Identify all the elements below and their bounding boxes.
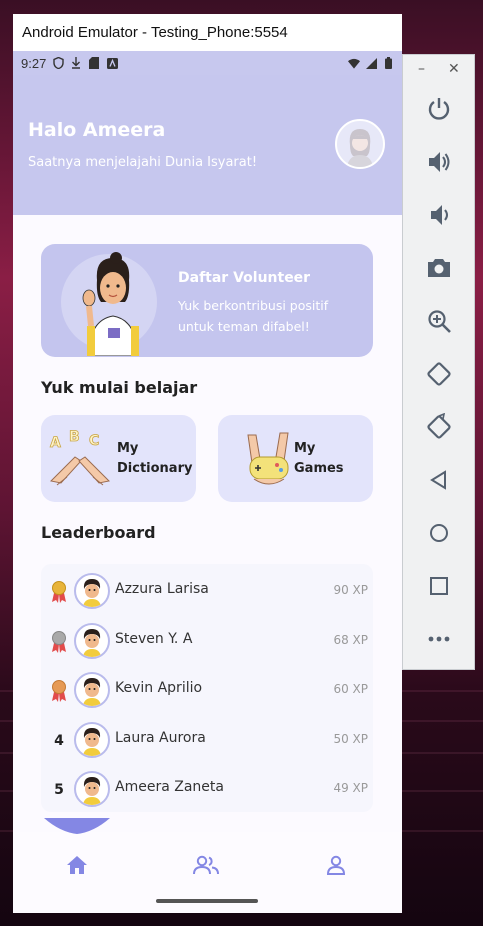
- rank-number: 4: [54, 733, 64, 749]
- status-bar: 9:27: [13, 51, 402, 75]
- back-icon: [430, 470, 446, 490]
- rank-number: 5: [54, 782, 64, 798]
- camera-icon: [428, 259, 450, 277]
- svg-text:A: A: [50, 435, 61, 451]
- leaderboard-row[interactable]: 5 Ameera Zaneta 49 XP: [41, 765, 373, 813]
- back-button[interactable]: [423, 464, 455, 496]
- volunteer-title: Daftar Volunteer: [178, 270, 311, 286]
- rotate-left-button[interactable]: [423, 358, 455, 390]
- leaderboard-name: Steven Y. A: [115, 631, 193, 647]
- leaderboard-row[interactable]: Azzura Larisa 90 XP: [41, 567, 373, 615]
- leaderboard-xp: 60 XP: [333, 682, 368, 696]
- close-icon[interactable]: ✕: [448, 61, 460, 77]
- power-button[interactable]: [423, 93, 455, 125]
- window-titlebar[interactable]: Android Emulator - Testing_Phone:5554: [13, 14, 402, 51]
- nav-profile[interactable]: [323, 852, 349, 878]
- leaderboard-xp: 49 XP: [333, 781, 368, 795]
- volume-up-button[interactable]: [423, 146, 455, 178]
- leaderboard-xp: 90 XP: [333, 583, 368, 597]
- gesture-home-bar[interactable]: [156, 899, 258, 903]
- volume-down-icon: [431, 205, 448, 225]
- silver-medal-icon: [49, 631, 69, 653]
- volunteer-card[interactable]: Daftar Volunteer Yuk berkontribusi posit…: [41, 244, 373, 357]
- emulator-toolbar: – ✕: [402, 54, 475, 670]
- profile-avatar[interactable]: [335, 119, 385, 169]
- emulator-window: Android Emulator - Testing_Phone:5554 9:…: [13, 14, 402, 913]
- avatar: [74, 722, 110, 758]
- game-controller-hands-icon: [247, 432, 289, 485]
- leaderboard-row[interactable]: Kevin Aprilio 60 XP: [41, 666, 373, 714]
- avatar: [74, 771, 110, 807]
- home-button[interactable]: [423, 517, 455, 549]
- gold-medal-icon: [49, 581, 69, 603]
- signal-icon: [365, 57, 377, 69]
- rotate-right-button[interactable]: [423, 411, 455, 443]
- shield-icon: [52, 57, 64, 69]
- main-content: Daftar Volunteer Yuk berkontribusi posit…: [13, 215, 402, 855]
- leaderboard-name: Azzura Larisa: [115, 581, 209, 597]
- window-title: Android Emulator - Testing_Phone:5554: [22, 24, 288, 41]
- status-time: 9:27: [21, 55, 47, 71]
- app-notification-icon: [106, 57, 118, 69]
- rotate-left-icon: [427, 362, 451, 386]
- leaderboard-row[interactable]: 4 Laura Aurora 50 XP: [41, 716, 373, 764]
- community-icon: [193, 855, 219, 875]
- volume-up-icon: [429, 152, 450, 172]
- leaderboard-name: Ameera Zaneta: [115, 779, 224, 795]
- avatar: [74, 573, 110, 609]
- leaderboard-title: Leaderboard: [41, 523, 156, 542]
- leaderboard-list: Azzura Larisa 90 XP Steven Y. A 68 XP Ke…: [41, 564, 373, 812]
- abc-hands-icon: A B C: [50, 429, 111, 486]
- home-icon: [67, 856, 87, 874]
- avatar: [74, 623, 110, 659]
- overview-button[interactable]: [423, 570, 455, 602]
- greeting-subtitle: Saatnya menjelajahi Dunia Isyarat!: [28, 155, 258, 170]
- my-dictionary-card[interactable]: A B C My Dictionary: [41, 415, 196, 502]
- power-icon: [428, 98, 450, 120]
- leaderboard-row[interactable]: Steven Y. A 68 XP: [41, 617, 373, 665]
- greeting-title: Halo Ameera: [28, 119, 166, 141]
- svg-text:C: C: [89, 433, 99, 449]
- my-dictionary-label: My Dictionary: [117, 441, 193, 476]
- volume-down-button[interactable]: [423, 199, 455, 231]
- zoom-icon: [428, 310, 451, 333]
- leaderboard-xp: 68 XP: [333, 633, 368, 647]
- volunteer-description: Yuk berkontribusi positif untuk teman di…: [178, 298, 329, 334]
- bottom-navigation: [13, 818, 402, 892]
- nav-home[interactable]: [64, 852, 90, 878]
- sd-card-icon: [88, 57, 100, 69]
- more-button[interactable]: [423, 623, 455, 655]
- profile-icon: [326, 855, 346, 875]
- overview-icon: [430, 577, 448, 595]
- zoom-button[interactable]: [423, 305, 455, 337]
- minimize-icon[interactable]: –: [418, 61, 425, 77]
- signing-girl-illustration: [82, 252, 139, 356]
- leaderboard-name: Laura Aurora: [115, 730, 206, 746]
- leaderboard-xp: 50 XP: [333, 732, 368, 746]
- more-icon: [428, 636, 450, 642]
- leaderboard-name: Kevin Aprilio: [115, 680, 203, 696]
- avatar: [74, 672, 110, 708]
- home-circle-icon: [430, 524, 448, 542]
- bronze-medal-icon: [49, 680, 69, 702]
- nav-community[interactable]: [193, 852, 219, 878]
- my-games-card[interactable]: My Games: [218, 415, 373, 502]
- active-tab-indicator: [44, 818, 110, 834]
- download-icon: [70, 57, 82, 69]
- my-games-label: My Games: [294, 441, 344, 476]
- screenshot-button[interactable]: [423, 252, 455, 284]
- rotate-right-icon: [427, 413, 451, 439]
- svg-text:B: B: [69, 429, 80, 445]
- battery-icon: [382, 57, 394, 69]
- learn-section-title: Yuk mulai belajar: [41, 378, 198, 397]
- wifi-icon: [348, 57, 360, 69]
